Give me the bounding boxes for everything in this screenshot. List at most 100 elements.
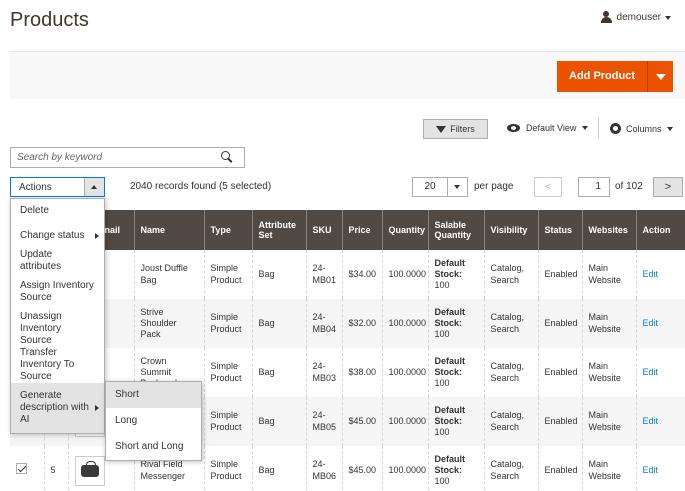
price-cell: $32.00 bbox=[341, 299, 382, 348]
salable-stock-label: Default Stock: bbox=[434, 355, 466, 377]
chevron-down-icon bbox=[582, 126, 589, 130]
view-switcher[interactable]: Default View bbox=[507, 123, 589, 133]
per-page-select[interactable]: 20 bbox=[412, 177, 468, 197]
menu-item[interactable]: Change status bbox=[11, 223, 104, 249]
submenu-item[interactable]: Long bbox=[106, 408, 201, 434]
action-cell: Edit bbox=[635, 446, 685, 491]
page-actions-bar: Add Product bbox=[10, 51, 685, 99]
salable-quantity-cell: Default Stock: 100 bbox=[427, 250, 484, 299]
column-header[interactable]: Action bbox=[635, 210, 685, 250]
menu-item[interactable]: Unassign Inventory Source bbox=[11, 311, 104, 347]
table-row[interactable]: 2Strive Shoulder PackSimple ProductBag24… bbox=[10, 299, 685, 348]
websites-cell: Main Website bbox=[581, 397, 636, 446]
menu-item[interactable]: Transfer Inventory To Source bbox=[11, 347, 104, 383]
salable-stock-label: Default Stock: bbox=[434, 453, 466, 475]
next-page-button[interactable]: > bbox=[653, 177, 683, 197]
edit-link[interactable]: Edit bbox=[643, 318, 659, 328]
columns-label: Columns bbox=[626, 123, 662, 134]
chevron-down-icon[interactable] bbox=[447, 178, 467, 196]
attribute-set-cell: Bag bbox=[251, 397, 306, 446]
column-header[interactable]: Visibility bbox=[483, 210, 538, 250]
visibility-cell: Catalog, Search bbox=[483, 397, 538, 446]
name-cell: Strive Shoulder Pack bbox=[133, 299, 204, 348]
salable-quantity-cell: Default Stock: 100 bbox=[427, 397, 484, 446]
previous-page-button[interactable]: < bbox=[534, 177, 562, 197]
websites-cell: Main Website bbox=[581, 348, 636, 397]
menu-item[interactable]: Generate description with AI bbox=[11, 383, 104, 433]
price-cell: $45.00 bbox=[341, 397, 382, 446]
eye-icon bbox=[507, 124, 520, 132]
row-checkbox-cell bbox=[10, 446, 44, 491]
column-header[interactable]: Type bbox=[203, 210, 252, 250]
salable-stock-value: 100 bbox=[434, 476, 450, 487]
attribute-set-cell: Bag bbox=[251, 348, 306, 397]
column-header[interactable]: Salable Quantity bbox=[427, 210, 484, 250]
status-cell: Enabled bbox=[537, 299, 582, 348]
user-menu[interactable]: demouser bbox=[600, 11, 671, 24]
edit-link[interactable]: Edit bbox=[643, 416, 659, 426]
edit-link[interactable]: Edit bbox=[643, 367, 659, 377]
sku-cell: 24-MB05 bbox=[305, 397, 342, 446]
columns-switcher[interactable]: Columns bbox=[610, 123, 673, 134]
menu-item[interactable]: Delete bbox=[11, 199, 104, 223]
type-cell: Simple Product bbox=[203, 250, 252, 299]
type-cell: Simple Product bbox=[203, 446, 252, 491]
chevron-right-icon bbox=[95, 405, 99, 411]
menu-item-label: Delete bbox=[20, 205, 49, 216]
search-icon[interactable] bbox=[221, 151, 232, 162]
add-product-label: Add Product bbox=[569, 70, 635, 82]
column-header[interactable]: Attribute Set bbox=[251, 210, 306, 250]
salable-quantity-cell: Default Stock: 100 bbox=[427, 348, 484, 397]
menu-item-label: Transfer Inventory To Source bbox=[20, 347, 75, 382]
divider bbox=[598, 117, 599, 139]
column-header[interactable]: Name bbox=[133, 210, 204, 250]
edit-link[interactable]: Edit bbox=[643, 465, 659, 475]
actions-dropdown[interactable]: Actions bbox=[10, 177, 105, 197]
actions-label: Actions bbox=[19, 181, 52, 193]
websites-cell: Main Website bbox=[581, 299, 636, 348]
id-cell: 5 bbox=[43, 446, 68, 491]
menu-item-label: Generate description with AI bbox=[20, 390, 89, 425]
add-product-button[interactable]: Add Product bbox=[557, 61, 673, 92]
type-cell: Simple Product bbox=[203, 299, 252, 348]
status-cell: Enabled bbox=[537, 348, 582, 397]
page-number-input[interactable]: 1 bbox=[578, 177, 610, 197]
column-header[interactable]: Quantity bbox=[381, 210, 428, 250]
table-row[interactable]: 1Joust Duffle BagSimple ProductBag24-MB0… bbox=[10, 250, 685, 299]
add-product-dropdown-toggle[interactable] bbox=[647, 61, 673, 92]
menu-item[interactable]: Assign Inventory Source bbox=[11, 273, 104, 311]
edit-link[interactable]: Edit bbox=[643, 269, 659, 279]
user-icon bbox=[600, 11, 613, 24]
filters-label: Filters bbox=[450, 124, 475, 134]
gear-icon bbox=[610, 123, 621, 134]
filters-button[interactable]: Filters bbox=[423, 119, 488, 139]
salable-stock-value: 100 bbox=[434, 427, 450, 438]
column-header[interactable]: Status bbox=[537, 210, 582, 250]
records-count: 2040 records found (5 selected) bbox=[130, 181, 272, 192]
quantity-cell: 100.0000 bbox=[381, 348, 428, 397]
quantity-cell: 100.0000 bbox=[381, 397, 428, 446]
submenu-item[interactable]: Short and Long bbox=[106, 434, 201, 460]
status-cell: Enabled bbox=[537, 397, 582, 446]
visibility-cell: Catalog, Search bbox=[483, 348, 538, 397]
visibility-cell: Catalog, Search bbox=[483, 299, 538, 348]
search-input[interactable] bbox=[11, 148, 211, 167]
table-header-row: ThumbnailNameTypeAttribute SetSKUPriceQu… bbox=[10, 210, 685, 250]
product-thumbnail bbox=[74, 455, 105, 486]
action-cell: Edit bbox=[635, 250, 685, 299]
column-header[interactable]: Websites bbox=[581, 210, 636, 250]
quantity-cell: 100.0000 bbox=[381, 250, 428, 299]
search-box bbox=[10, 147, 245, 168]
chevron-up-icon[interactable] bbox=[84, 178, 104, 196]
menu-item[interactable]: Update attributes bbox=[11, 249, 104, 273]
price-cell: $38.00 bbox=[341, 348, 382, 397]
row-checkbox[interactable] bbox=[16, 463, 27, 475]
menu-item-label: Update attributes bbox=[20, 249, 62, 272]
submenu-item[interactable]: Short bbox=[106, 382, 201, 408]
salable-stock-value: 100 bbox=[434, 329, 450, 340]
quantity-cell: 100.0000 bbox=[381, 446, 428, 491]
column-header[interactable]: Price bbox=[341, 210, 382, 250]
sku-cell: 24-MB04 bbox=[305, 299, 342, 348]
column-header[interactable]: SKU bbox=[305, 210, 342, 250]
generate-description-submenu: Short Long Short and Long bbox=[105, 381, 202, 461]
